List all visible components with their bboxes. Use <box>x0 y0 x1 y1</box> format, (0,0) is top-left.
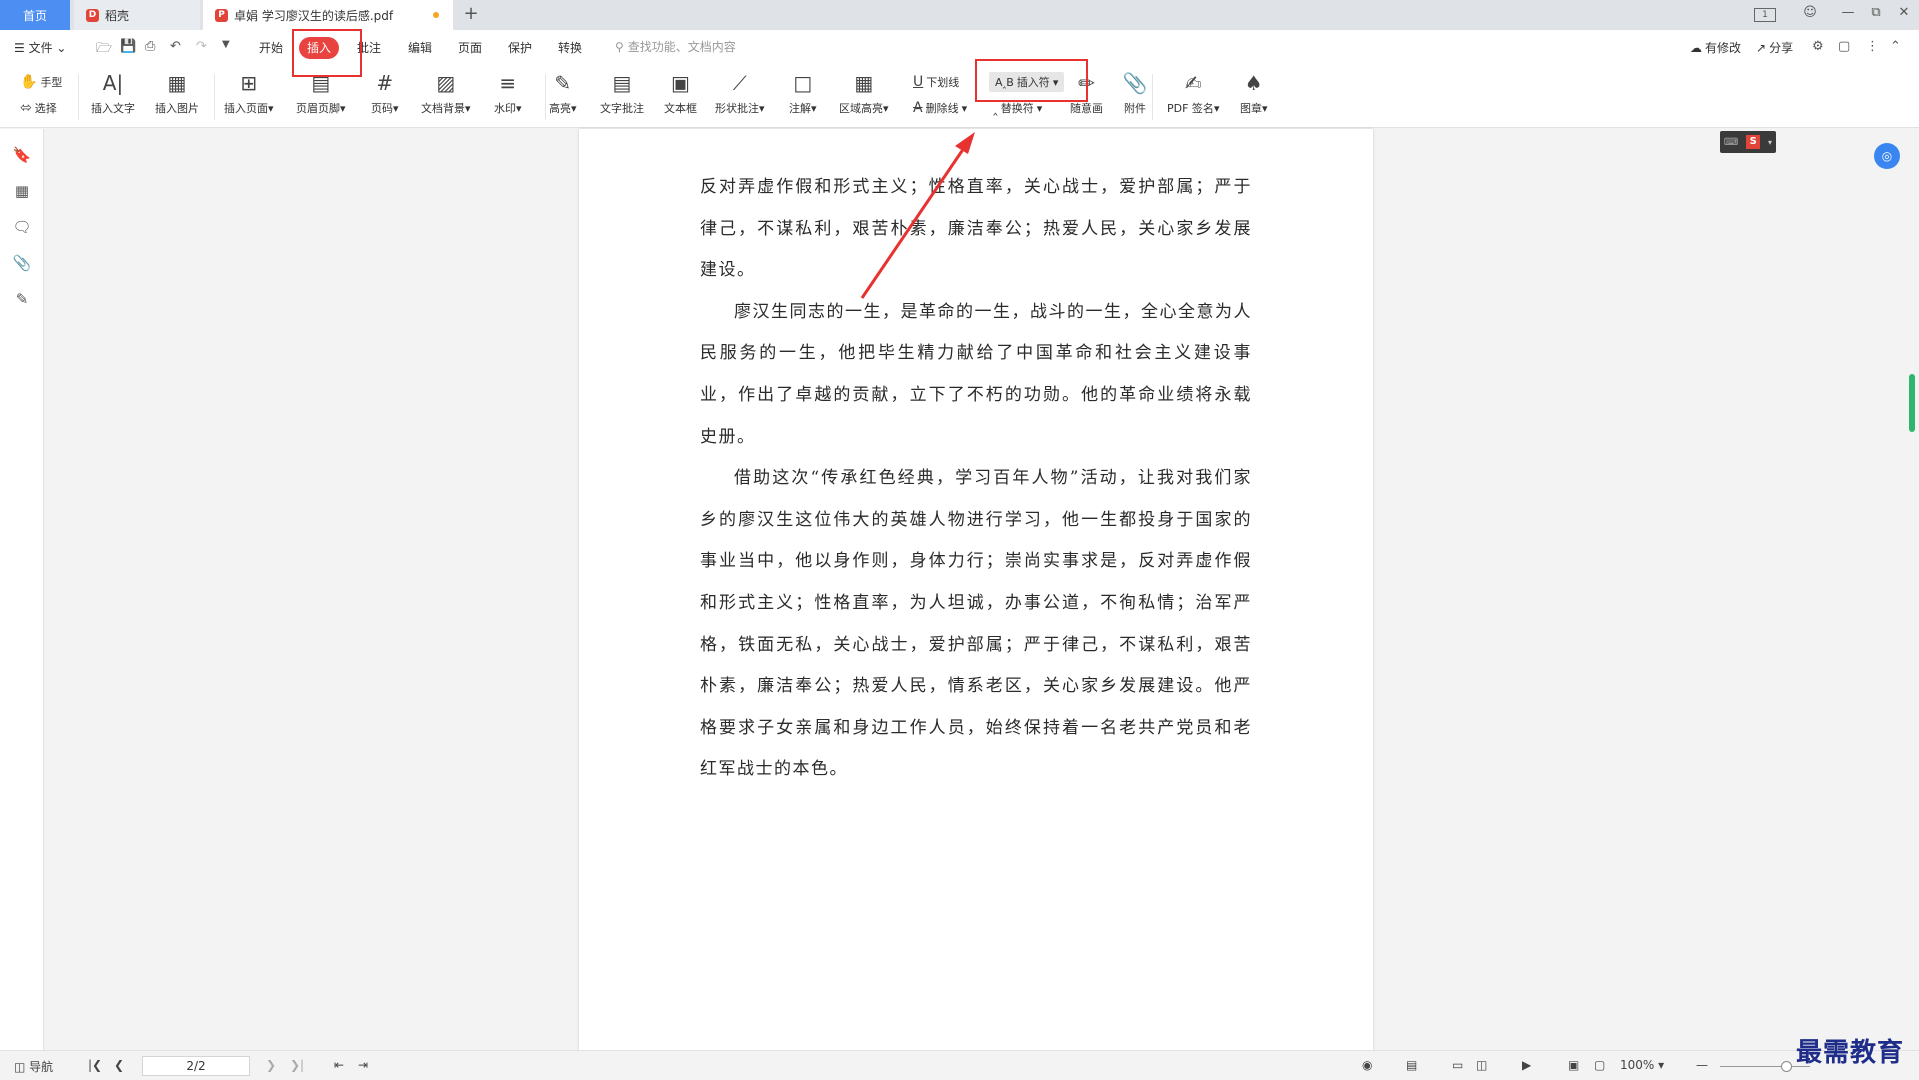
status-bar: ◫ 导航 |❮ ❮ 2/2 ❯ ❯| ⇤ ⇥ ◉ ▤ ▭ ◫ ▶ ▣ ▢ 100… <box>0 1050 1919 1080</box>
zoom-dropdown[interactable]: 100% ▾ <box>1620 1058 1664 1072</box>
forward-icon[interactable]: ⇥ <box>358 1058 368 1072</box>
fit-width-icon[interactable]: ▤ <box>1406 1058 1417 1072</box>
nav-toggle-button[interactable]: ◫ 导航 <box>14 1058 53 1075</box>
page-number-value: 2/2 <box>186 1059 206 1073</box>
double-page-icon[interactable]: ◫ <box>1476 1058 1487 1072</box>
single-page-icon[interactable]: ▭ <box>1452 1058 1463 1072</box>
watermark-logo: 最需教育 <box>1796 1038 1905 1068</box>
fit-page-icon[interactable]: ▢ <box>1594 1058 1605 1072</box>
nav-label: 导航 <box>29 1060 54 1074</box>
red-arrow-annotation <box>860 132 975 299</box>
next-page-icon[interactable]: ❯ <box>266 1058 276 1072</box>
zoom-level: 100% <box>1620 1058 1655 1072</box>
first-page-icon[interactable]: |❮ <box>88 1058 102 1072</box>
eye-protect-icon[interactable]: ◉ <box>1362 1058 1372 1072</box>
play-icon[interactable]: ▶ <box>1522 1058 1531 1072</box>
last-page-icon[interactable]: ❯| <box>290 1058 304 1072</box>
page-number-input[interactable]: 2/2 <box>142 1056 250 1076</box>
back-icon[interactable]: ⇤ <box>334 1058 344 1072</box>
zoom-out-icon[interactable]: — <box>1696 1058 1708 1072</box>
prev-page-icon[interactable]: ❮ <box>114 1058 124 1072</box>
actual-size-icon[interactable]: ▣ <box>1568 1058 1579 1072</box>
zoom-slider-handle[interactable] <box>1781 1061 1792 1072</box>
